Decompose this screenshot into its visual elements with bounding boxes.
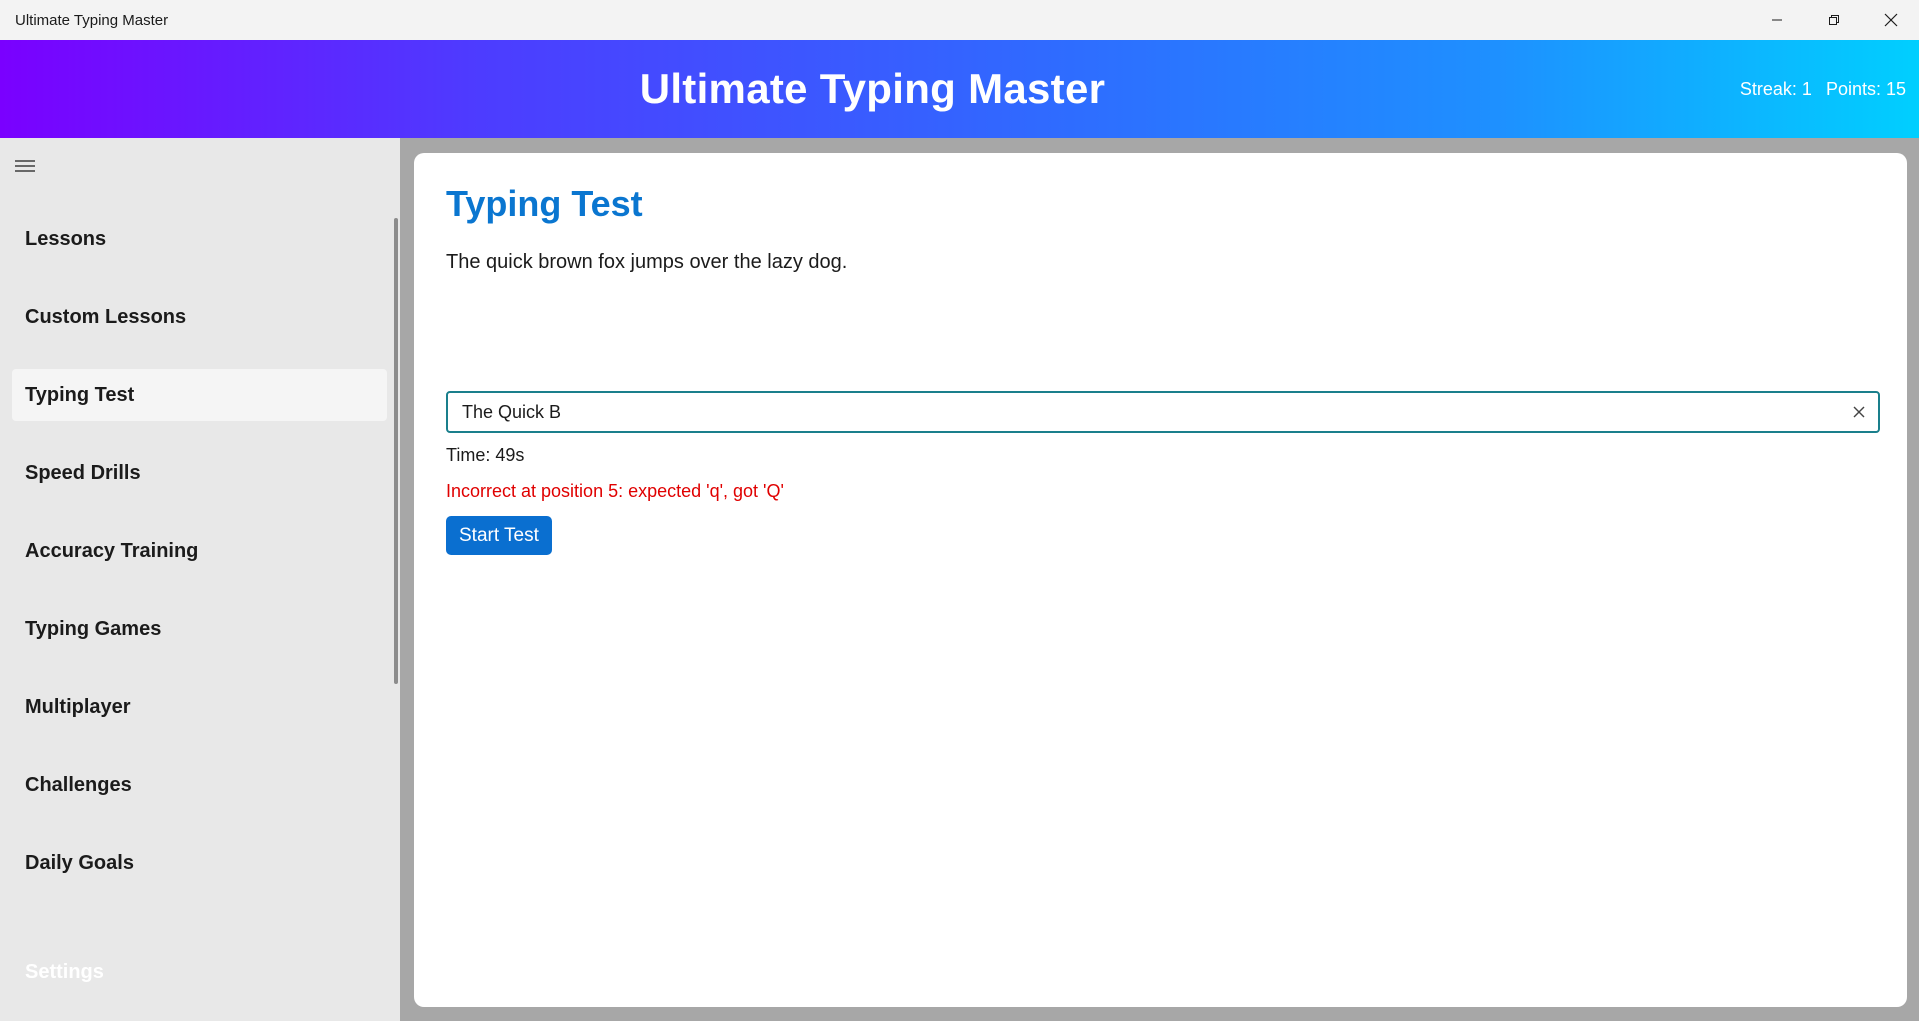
sidebar-item-typing-test[interactable]: Typing Test — [12, 369, 387, 421]
sidebar-item-label: Challenges — [25, 773, 132, 796]
minimize-button[interactable] — [1748, 0, 1805, 40]
sidebar-item-label: Multiplayer — [25, 695, 131, 718]
sidebar-item-label: Lessons — [25, 227, 107, 250]
minimize-icon — [1771, 19, 1782, 21]
close-icon — [1884, 13, 1897, 27]
sidebar-item-label: Typing Test — [25, 383, 135, 406]
sidebar-item-label: Custom Lessons — [25, 305, 187, 328]
sidebar-item-accuracy-training[interactable]: Accuracy Training — [12, 525, 387, 577]
sidebar-item-daily-goals[interactable]: Daily Goals — [12, 837, 387, 889]
hamburger-icon[interactable] — [14, 158, 36, 174]
sidebar-item-label: Typing Games — [25, 617, 162, 640]
sidebar-item-lessons[interactable]: Lessons — [12, 213, 387, 265]
sidebar-item-settings[interactable]: Settings — [12, 946, 387, 998]
start-test-button[interactable]: Start Test — [446, 516, 552, 555]
content-card: Typing Test The quick brown fox jumps ov… — [414, 153, 1907, 1007]
sidebar-item-label: Daily Goals — [25, 851, 134, 874]
restore-icon — [1828, 15, 1839, 25]
timer-label: Time: 49s — [446, 445, 525, 465]
sample-text: The quick brown fox jumps over the lazy … — [446, 251, 848, 273]
app-title: Ultimate Typing Master — [639, 65, 1106, 112]
sidebar-item-speed-drills[interactable]: Speed Drills — [12, 447, 387, 499]
window-controls — [1748, 0, 1919, 40]
page-title: Typing Test — [446, 183, 643, 224]
window-title: Ultimate Typing Master — [15, 11, 169, 29]
header-stats: Streak: 1 Points: 15 — [1740, 40, 1906, 138]
sidebar-item-label: Settings — [25, 960, 104, 983]
app-header: Ultimate Typing Master Streak: 1 Points:… — [0, 40, 1919, 138]
close-button[interactable] — [1862, 0, 1919, 40]
sidebar-scrollbar[interactable] — [394, 218, 398, 684]
clear-icon[interactable] — [1850, 403, 1868, 421]
sidebar-item-multiplayer[interactable]: Multiplayer — [12, 681, 387, 733]
sidebar-item-custom-lessons[interactable]: Custom Lessons — [12, 291, 387, 343]
points-counter: Points: 15 — [1825, 78, 1906, 99]
streak-counter: Streak: 1 — [1739, 78, 1812, 99]
typing-input-container — [446, 391, 1880, 433]
restore-button[interactable] — [1805, 0, 1862, 40]
sidebar-item-label: Speed Drills — [25, 461, 141, 484]
sidebar-item-challenges[interactable]: Challenges — [12, 759, 387, 811]
title-bar: Ultimate Typing Master — [0, 0, 1919, 40]
sidebar-item-typing-games[interactable]: Typing Games — [12, 603, 387, 655]
typing-input[interactable] — [448, 394, 1844, 430]
sidebar-nav: Lessons Custom Lessons Typing Test Speed… — [0, 138, 400, 1021]
sidebar-item-label: Accuracy Training — [25, 539, 199, 562]
error-message: Incorrect at position 5: expected 'q', g… — [446, 481, 784, 501]
